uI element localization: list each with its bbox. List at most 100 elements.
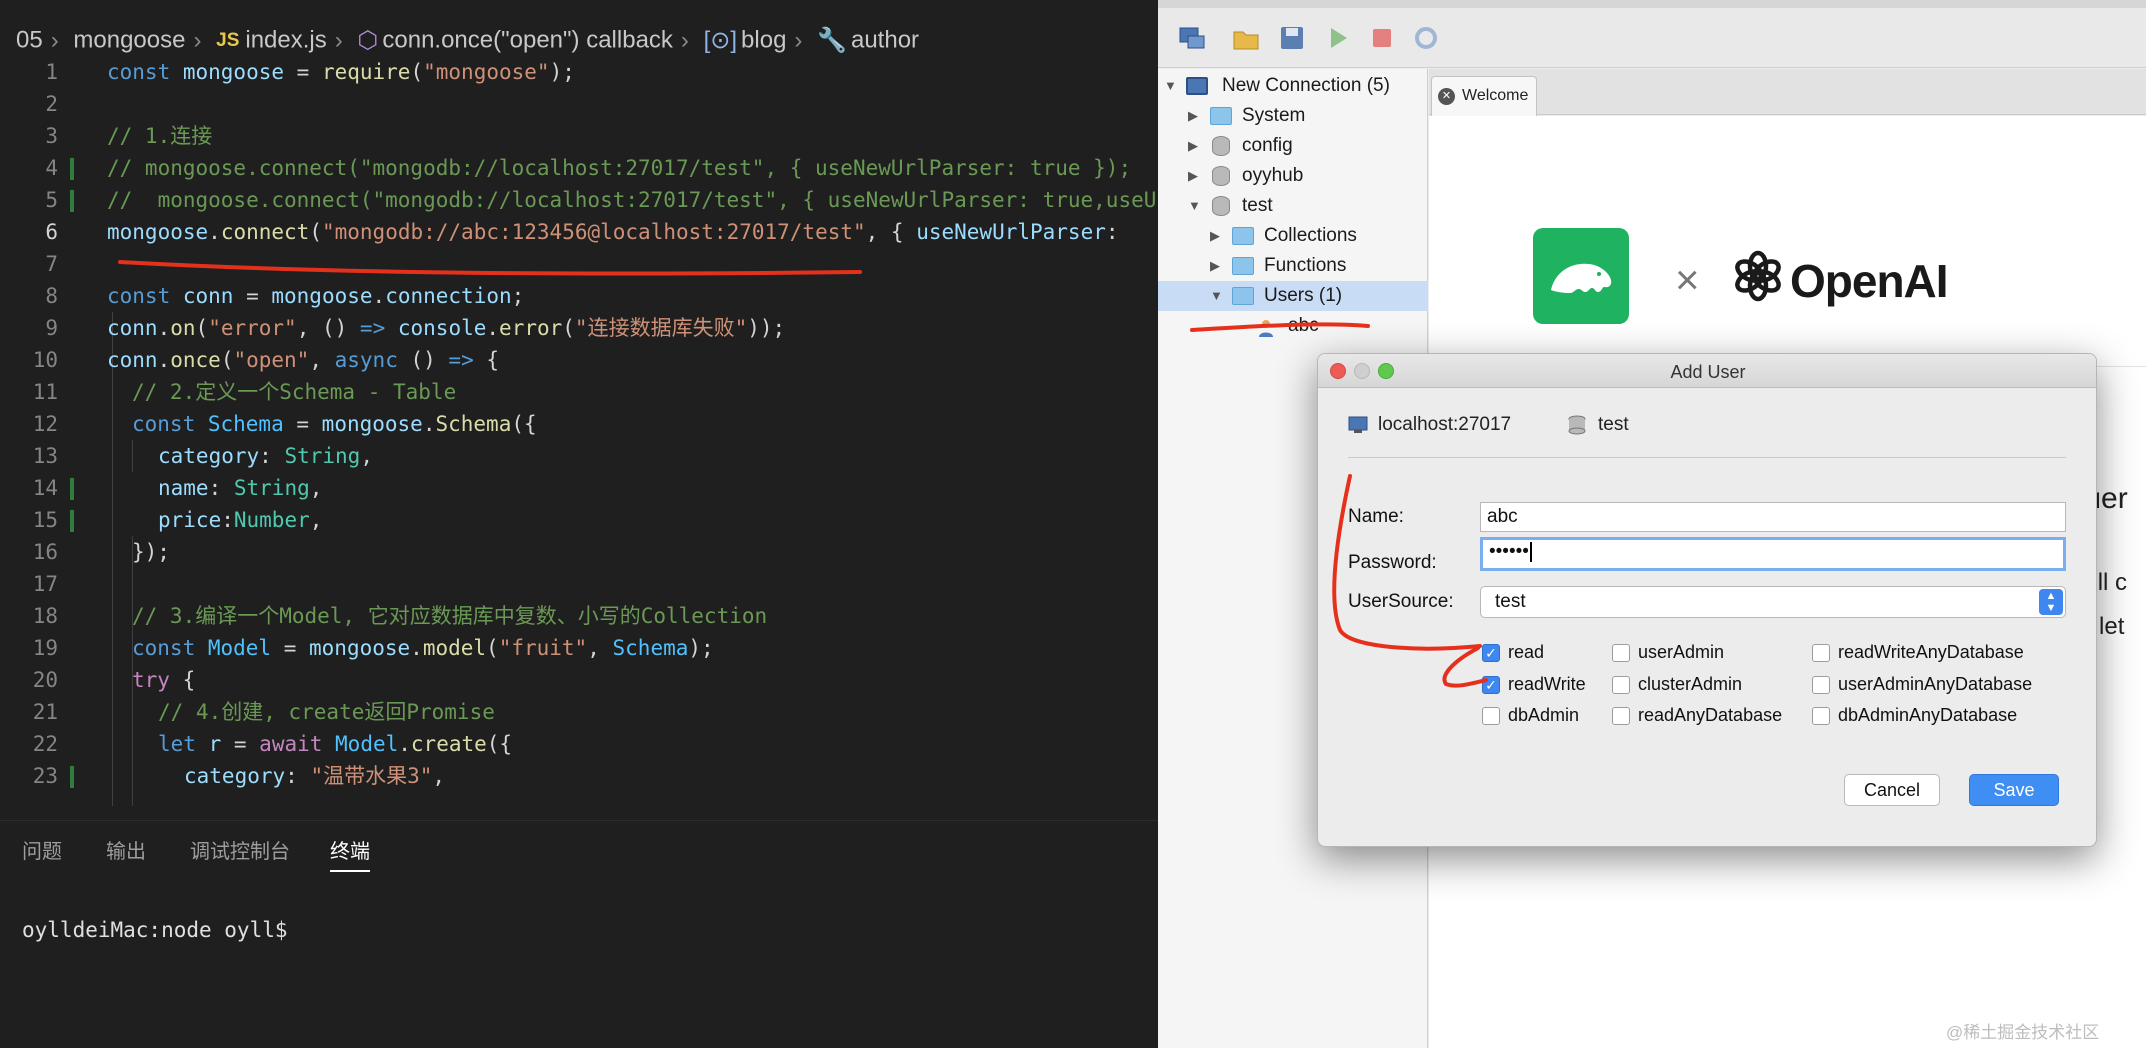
tree-item-user-abc[interactable]: abc bbox=[1158, 311, 1428, 341]
chevron-down-icon[interactable]: ▼ bbox=[1188, 191, 1201, 221]
tree-item-collections[interactable]: ▶ Collections bbox=[1158, 221, 1428, 251]
tab-problems[interactable]: 问题 bbox=[22, 835, 62, 864]
breadcrumb-folder[interactable]: 05 bbox=[16, 27, 43, 54]
tree-item-users[interactable]: ▼ Users (1) bbox=[1158, 281, 1428, 311]
password-field[interactable]: •••••• bbox=[1480, 537, 2066, 571]
chevron-right-icon: › bbox=[50, 26, 59, 54]
code-line: 9 conn.on("error", () => console.error("连… bbox=[45, 316, 786, 340]
database-icon bbox=[1212, 166, 1230, 186]
code-line: 13 category: String, bbox=[32, 444, 373, 468]
tab-welcome[interactable]: ✕ Welcome bbox=[1431, 76, 1537, 116]
code-line: 11// 2.定义一个Schema - Table bbox=[32, 380, 457, 404]
tree-item-functions[interactable]: ▶ Functions bbox=[1158, 251, 1428, 281]
openai-wordmark: OpenAI bbox=[1790, 255, 1949, 307]
chevron-right-icon: › bbox=[334, 26, 343, 54]
js-file-icon: JS bbox=[216, 29, 240, 51]
breadcrumb-symbol-author[interactable]: author bbox=[851, 27, 919, 54]
code-line: 5// mongoose.connect("mongodb://localhos… bbox=[45, 188, 1158, 212]
tree-item-config[interactable]: ▶ config bbox=[1158, 131, 1428, 161]
breadcrumb-file[interactable]: index.js bbox=[245, 27, 326, 54]
openai-logo-icon bbox=[1731, 249, 1785, 303]
tree-item-connection[interactable]: ▼ New Connection (5) bbox=[1158, 71, 1428, 101]
breadcrumb-module[interactable]: mongoose bbox=[73, 27, 185, 54]
chevron-right-icon: › bbox=[680, 26, 689, 54]
code-line: 20 try { bbox=[32, 668, 196, 692]
tree-item-system[interactable]: ▶ System bbox=[1158, 101, 1428, 131]
code-line: 21// 4.创建, create返回Promise bbox=[32, 700, 495, 724]
text-caret bbox=[1529, 541, 1532, 562]
tab-terminal[interactable]: 终端 bbox=[330, 835, 370, 872]
chevron-updown-icon: ▲ ▼ bbox=[2039, 589, 2063, 615]
refresh-icon[interactable] bbox=[1412, 24, 1440, 52]
code-line: 18// 3.编译一个Model, 它对应数据库中复数、小写的Collectio… bbox=[32, 604, 768, 628]
tab-debug-console[interactable]: 调试控制台 bbox=[190, 835, 290, 864]
code-line: 15 price:Number, bbox=[32, 508, 323, 532]
chevron-right-icon[interactable]: ▶ bbox=[1210, 221, 1220, 251]
chevron-right-icon[interactable]: ▶ bbox=[1188, 161, 1198, 191]
chevron-down-icon[interactable]: ▼ bbox=[1210, 281, 1223, 311]
stop-icon[interactable] bbox=[1368, 24, 1396, 52]
code-line: 22 let r = await Model.create({ bbox=[32, 732, 513, 756]
connect-icon[interactable] bbox=[1178, 24, 1206, 52]
code-line: 4// mongoose.connect("mongodb://localhos… bbox=[45, 156, 1132, 180]
server-icon bbox=[1186, 77, 1208, 95]
terminal-prompt[interactable]: oylldeiMac:node oyll$ bbox=[22, 918, 288, 942]
tree-item-test[interactable]: ▼ test bbox=[1158, 191, 1428, 221]
code-line: 7 bbox=[45, 252, 58, 276]
tree-item-oyyhub[interactable]: ▶ oyyhub bbox=[1158, 161, 1428, 191]
user-icon bbox=[1258, 317, 1274, 337]
panel-tabbar: 问题 输出 调试控制台 终端 bbox=[0, 820, 1158, 880]
usersource-select[interactable]: test ▲ ▼ bbox=[1480, 586, 2066, 618]
git-change-marker bbox=[70, 478, 74, 500]
tab-output[interactable]: 输出 bbox=[106, 835, 146, 864]
code-line: 3// 1.连接 bbox=[45, 124, 213, 148]
code-line: 1 const mongoose = require("mongoose"); bbox=[45, 60, 575, 84]
code-line: 23 category: "温带水果3", bbox=[32, 764, 446, 788]
code-line: 14 name: String, bbox=[32, 476, 323, 500]
chevron-right-icon: › bbox=[794, 26, 803, 54]
divider bbox=[1348, 457, 2066, 458]
times-symbol: × bbox=[1675, 256, 1700, 303]
code-line: 2 bbox=[45, 92, 58, 116]
dialog-titlebar: Add User bbox=[1318, 354, 2096, 388]
mongodb-logo bbox=[1533, 228, 1629, 324]
chevron-right-icon[interactable]: ▶ bbox=[1188, 101, 1198, 131]
open-folder-icon[interactable] bbox=[1232, 24, 1260, 52]
git-change-marker bbox=[70, 190, 74, 212]
folder-icon bbox=[1210, 107, 1232, 125]
folder-icon bbox=[1232, 227, 1254, 245]
checkmark-icon: ✓ bbox=[1482, 676, 1500, 694]
name-field[interactable]: abc bbox=[1480, 502, 2066, 532]
breadcrumb: 05 › mongoose › JS index.js › ⬡ conn.once("op… bbox=[0, 0, 1158, 55]
folder-icon bbox=[1232, 257, 1254, 275]
chevron-right-icon[interactable]: ▶ bbox=[1210, 251, 1220, 281]
save-icon[interactable] bbox=[1278, 24, 1306, 52]
code-line: 8 const conn = mongoose.connection; bbox=[45, 284, 525, 308]
save-button[interactable]: Save bbox=[1969, 774, 2059, 806]
code-line: 6 mongoose.connect("mongodb://abc:123456@… bbox=[45, 220, 1132, 244]
property-icon: [⊙] bbox=[703, 27, 738, 55]
execute-icon[interactable] bbox=[1324, 24, 1352, 52]
window-titlebar bbox=[1158, 0, 2146, 8]
database-info: test bbox=[1568, 414, 1629, 436]
folder-icon bbox=[1232, 287, 1254, 305]
checkmark-icon: ✓ bbox=[1482, 644, 1500, 662]
cancel-button[interactable]: Cancel bbox=[1844, 774, 1940, 806]
breadcrumb-callback[interactable]: conn.once("open") callback bbox=[382, 27, 673, 54]
code-line: 10 conn.once("open", async () => { bbox=[32, 348, 500, 372]
chevron-down-icon[interactable]: ▼ bbox=[1164, 71, 1177, 101]
database-icon bbox=[1212, 136, 1230, 156]
breadcrumb-symbol-blog[interactable]: blog bbox=[741, 27, 786, 54]
server-info: localhost:27017 bbox=[1348, 414, 1511, 436]
chevron-right-icon: › bbox=[193, 26, 202, 54]
code-line: 12 const Schema = mongoose.Schema({ bbox=[32, 412, 537, 436]
code-area[interactable]: 1 const mongoose = require("mongoose"); 2… bbox=[0, 56, 1158, 806]
name-label: Name: bbox=[1348, 506, 1404, 527]
database-icon bbox=[1212, 196, 1230, 216]
usersource-label: UserSource: bbox=[1348, 591, 1454, 612]
code-line: 16}); bbox=[32, 540, 170, 564]
watermark: @稀土掘金技术社区 bbox=[1946, 1023, 2100, 1042]
close-icon[interactable]: ✕ bbox=[1438, 88, 1455, 105]
chevron-right-icon[interactable]: ▶ bbox=[1188, 131, 1198, 161]
git-change-marker bbox=[70, 158, 74, 180]
